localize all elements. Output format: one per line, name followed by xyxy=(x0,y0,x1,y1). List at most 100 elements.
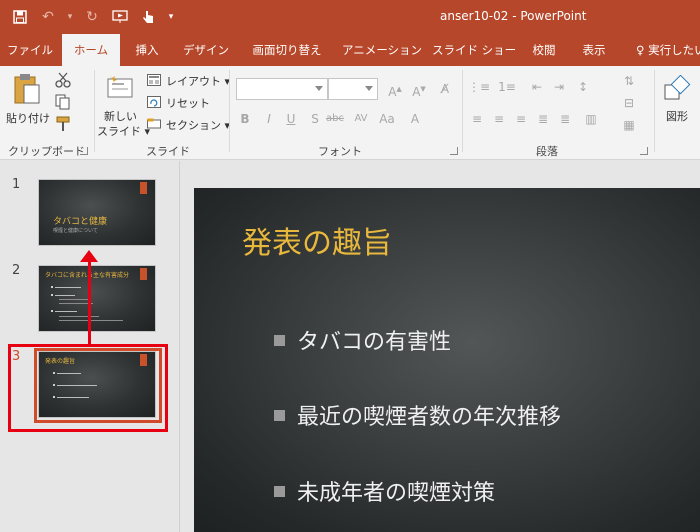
layout-icon[interactable] xyxy=(146,72,162,88)
reset-label[interactable]: リセット xyxy=(166,95,210,111)
font-color-icon[interactable]: A xyxy=(406,110,424,128)
section-label[interactable]: セクション ▾ xyxy=(166,117,230,133)
save-icon[interactable] xyxy=(8,6,32,28)
bullet-square-icon xyxy=(274,334,285,346)
line-spacing-icon[interactable]: ↕ xyxy=(574,78,592,96)
annotation-arrow-head xyxy=(80,250,98,262)
slide-number: 2 xyxy=(12,263,21,278)
slide-number: 1 xyxy=(12,177,21,192)
title-bar: ↶ ▾ ↻ ▾ anser10-02 - PowerPoint xyxy=(0,0,700,34)
bullet-text: 未成年者の喫煙対策 xyxy=(297,481,496,506)
ribbon: 貼り付け クリップボード 新しい スライド ▾ レイアウト ▾ リセット セクシ… xyxy=(0,66,700,160)
bullets-icon[interactable]: ⋮≡ xyxy=(468,78,490,96)
columns-icon[interactable]: ▥ xyxy=(582,110,600,128)
annotation-frame xyxy=(8,344,168,432)
slide-bullet[interactable]: 未成年者の喫煙対策 xyxy=(274,475,495,507)
smartart-icon[interactable]: ▦ xyxy=(620,116,638,134)
new-slide-text: スライド xyxy=(97,125,141,138)
window-title: anser10-02 - PowerPoint xyxy=(440,9,587,23)
tab-home[interactable]: ホーム xyxy=(62,34,120,66)
slide-thumbnail-2[interactable]: タバコに含まれる主な有害成分 xyxy=(38,265,156,332)
redo-icon[interactable]: ▾ xyxy=(64,6,76,28)
paste-label[interactable]: 貼り付け xyxy=(6,110,50,126)
distributed-icon[interactable]: ≣ xyxy=(556,110,574,128)
grow-font-icon[interactable]: A▲ xyxy=(386,80,404,99)
tab-view[interactable]: 表示 xyxy=(574,34,614,66)
section-icon[interactable] xyxy=(146,116,162,132)
numbering-icon[interactable]: 1≡ xyxy=(498,78,516,96)
bold-icon[interactable]: B xyxy=(236,110,254,128)
slide-bullet[interactable]: タバコの有害性 xyxy=(274,324,451,356)
tab-transitions[interactable]: 画面切り替え xyxy=(246,34,328,66)
font-launcher-icon[interactable] xyxy=(450,147,458,155)
bullet-line xyxy=(59,316,99,317)
bullet-text: 最近の喫煙者数の年次推移 xyxy=(297,405,562,430)
paragraph-launcher-icon[interactable] xyxy=(640,147,648,155)
ribbon-tabs: ファイル ホーム 挿入 デザイン 画面切り替え アニメーション スライド ショー… xyxy=(0,34,700,66)
new-slide-icon[interactable] xyxy=(104,72,136,104)
touch-mode-icon[interactable] xyxy=(136,6,160,28)
tab-file[interactable]: ファイル xyxy=(4,34,56,66)
bullet-dot xyxy=(51,294,53,296)
slides-group-label: スライド xyxy=(146,145,190,158)
repeat-icon[interactable]: ↻ xyxy=(80,6,104,28)
italic-icon[interactable]: I xyxy=(260,110,278,128)
bullet-line xyxy=(59,299,89,300)
thumbnail-subtitle: 喫煙と健康について xyxy=(53,228,98,234)
copy-icon[interactable] xyxy=(54,93,72,111)
ribbon-separator xyxy=(654,70,655,152)
align-right-icon[interactable]: ≡ xyxy=(512,110,530,128)
shapes-icon[interactable] xyxy=(662,74,692,104)
justify-icon[interactable]: ≣ xyxy=(534,110,552,128)
tab-animations[interactable]: アニメーション xyxy=(340,34,424,66)
character-spacing-icon[interactable]: AV xyxy=(352,110,370,128)
change-case-icon[interactable]: Aa xyxy=(378,110,396,128)
chevron-down-icon xyxy=(315,86,323,91)
undo-icon[interactable]: ↶ xyxy=(36,6,60,28)
slide-canvas[interactable]: 発表の趣旨 タバコの有害性 最近の喫煙者数の年次推移 未成年者の喫煙対策 xyxy=(194,188,700,532)
shapes-label[interactable]: 図形 xyxy=(666,108,688,124)
font-size-combobox[interactable] xyxy=(328,78,378,100)
font-name-combobox[interactable] xyxy=(236,78,328,100)
lightbulb-icon: ♀ xyxy=(636,43,645,57)
increase-indent-icon[interactable]: ⇥ xyxy=(550,78,568,96)
customize-qat-icon[interactable]: ▾ xyxy=(164,6,178,28)
tab-tell-me[interactable]: ♀ 実行したい xyxy=(636,34,700,66)
font-group-label: フォント xyxy=(318,145,362,158)
bullet-square-icon xyxy=(274,485,285,497)
slide-title[interactable]: 発表の趣旨 xyxy=(242,218,392,262)
ribbon-separator xyxy=(462,70,463,152)
tab-review[interactable]: 校閲 xyxy=(524,34,564,66)
shadow-icon[interactable]: S xyxy=(306,110,324,128)
paste-icon[interactable] xyxy=(12,72,42,108)
reset-icon[interactable] xyxy=(146,94,162,110)
clear-format-icon[interactable]: A̸ xyxy=(436,80,454,98)
start-slideshow-icon[interactable] xyxy=(108,6,132,28)
bullet-line xyxy=(55,295,75,296)
align-left-icon[interactable]: ≡ xyxy=(468,110,486,128)
slide-thumbnail-1[interactable]: タバコと健康 喫煙と健康について xyxy=(38,179,156,246)
tab-slideshow[interactable]: スライド ショー xyxy=(432,34,516,66)
bullet-line xyxy=(59,320,123,321)
bullet-dot xyxy=(51,310,53,312)
align-text-icon[interactable]: ⊟ xyxy=(620,94,638,112)
strikethrough-icon[interactable]: abc xyxy=(326,110,344,128)
ribbon-separator xyxy=(229,70,230,152)
bullet-dot xyxy=(51,286,53,288)
text-direction-icon[interactable]: ⇅ xyxy=(620,72,638,90)
slide-bullet[interactable]: 最近の喫煙者数の年次推移 xyxy=(274,399,561,431)
cut-icon[interactable] xyxy=(54,71,72,89)
clipboard-launcher-icon[interactable] xyxy=(80,147,88,155)
tab-design[interactable]: デザイン xyxy=(178,34,234,66)
new-slide-label-1[interactable]: 新しい xyxy=(104,108,137,124)
shrink-font-icon[interactable]: A▼ xyxy=(410,80,428,99)
underline-icon[interactable]: U xyxy=(282,110,300,128)
bullet-line xyxy=(55,311,77,312)
align-center-icon[interactable]: ≡ xyxy=(490,110,508,128)
tab-insert[interactable]: 挿入 xyxy=(126,34,168,66)
clipboard-group-label: クリップボード xyxy=(8,145,85,158)
new-slide-label-2[interactable]: スライド ▾ xyxy=(97,123,150,139)
decrease-indent-icon[interactable]: ⇤ xyxy=(528,78,546,96)
format-painter-icon[interactable] xyxy=(54,115,72,133)
layout-label[interactable]: レイアウト ▾ xyxy=(166,73,230,89)
